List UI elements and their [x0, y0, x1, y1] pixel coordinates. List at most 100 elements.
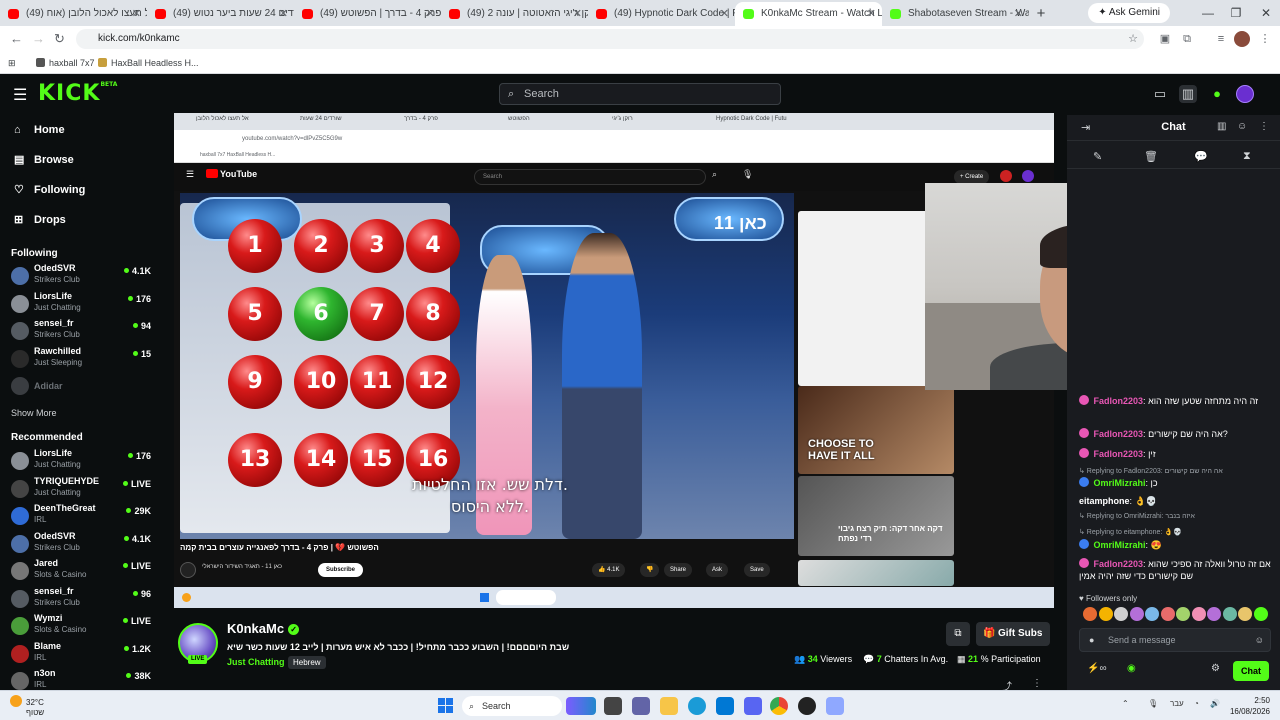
chat-tools-icon[interactable]: ⚡∞: [1087, 663, 1107, 674]
taskbar-widget-icon[interactable]: [566, 697, 596, 715]
sidebar-channel[interactable]: OdedSVR Strikers Club 4.1K: [11, 531, 151, 557]
new-tab-button[interactable]: +: [1029, 2, 1053, 26]
media-controls-icon[interactable]: ≡: [1214, 32, 1228, 46]
emote-icon[interactable]: [1191, 607, 1206, 621]
store-icon[interactable]: [716, 697, 734, 715]
forward-icon[interactable]: →: [32, 26, 45, 52]
chat-username[interactable]: Fadlon2203: [1094, 559, 1144, 569]
emote-icon[interactable]: [1176, 607, 1190, 621]
chat-bubble-icon[interactable]: 💬: [1194, 150, 1208, 163]
close-tab-icon[interactable]: ✕: [867, 2, 876, 26]
gift-subs-button[interactable]: 🎁 Gift Subs: [976, 622, 1051, 646]
browser-tab[interactable]: K0nkaMc Stream - Watch Li ✕: [735, 2, 882, 26]
trash-icon[interactable]: 🗑: [1144, 150, 1158, 163]
app-icon[interactable]: [826, 697, 844, 715]
emote-icon[interactable]: [1253, 607, 1268, 621]
microphone-icon[interactable]: 🎙: [1148, 699, 1158, 708]
emote-icon[interactable]: [1238, 607, 1252, 621]
reload-icon[interactable]: ↻: [54, 26, 65, 52]
browser-tab[interactable]: (49) Hypnotic Dark Code | Futu✕: [588, 2, 735, 26]
chat-username[interactable]: Fadlon2203: [1094, 449, 1144, 459]
volume-icon[interactable]: 🔊: [1210, 699, 1220, 708]
close-tab-icon[interactable]: ✕: [279, 2, 288, 26]
nav-home[interactable]: ⌂ Home: [14, 120, 65, 140]
emote-icon[interactable]: [1114, 607, 1128, 621]
emoji-picker-icon[interactable]: ☺: [1255, 629, 1264, 651]
sidebar-channel[interactable]: sensei_fr Strikers Club 94: [11, 318, 151, 344]
language-indicator[interactable]: עבר: [1170, 699, 1184, 708]
user-avatar[interactable]: [1236, 85, 1254, 103]
sidebar-channel[interactable]: Wymzi Slots & Casino LIVE: [11, 613, 151, 639]
chat-username[interactable]: OmriMizrahi: [1094, 540, 1146, 550]
emote-icon[interactable]: [1083, 607, 1097, 621]
emote-icon[interactable]: [1098, 607, 1113, 621]
extensions-puzzle-icon[interactable]: ⧉: [1180, 32, 1194, 46]
maximize-icon[interactable]: ❐: [1222, 0, 1250, 26]
bookmark-star-icon[interactable]: ☆: [1126, 32, 1140, 46]
sidebar-channel[interactable]: TYRIQUEHYDE Just Chatting LIVE: [11, 476, 151, 502]
taskbar-search[interactable]: ⌕ Search: [462, 696, 562, 716]
bookmark-haxball[interactable]: haxball 7x7: [36, 53, 95, 73]
edge-icon[interactable]: [688, 697, 706, 715]
discord-icon[interactable]: [744, 697, 762, 715]
browser-tab[interactable]: Shabotaseven Stream - Watch✕: [882, 2, 1029, 26]
browser-tab[interactable]: (49) רוקן ג'יגי הזאטוטה | עונה 2 ✕: [441, 2, 588, 26]
sidebar-channel[interactable]: DeenTheGreat IRL 29K: [11, 503, 151, 529]
chat-username[interactable]: Fadlon2203: [1094, 396, 1144, 406]
minimize-icon[interactable]: —: [1194, 0, 1222, 26]
nav-following[interactable]: ♡ Following: [14, 180, 85, 200]
chat-username[interactable]: eitamphone: [1079, 496, 1130, 506]
chrome-icon[interactable]: [770, 697, 788, 715]
search-input[interactable]: ⌕ Search: [499, 83, 781, 105]
extension-icon[interactable]: ▣: [1158, 32, 1172, 46]
emote-icon[interactable]: [1160, 607, 1175, 621]
wifi-icon[interactable]: ◔: [1194, 699, 1199, 708]
sidebar-channel[interactable]: Adidar: [11, 373, 151, 399]
close-window-icon[interactable]: ✕: [1252, 0, 1280, 26]
teams-icon[interactable]: [632, 697, 650, 715]
show-more-link[interactable]: Show More: [11, 408, 57, 418]
url-field[interactable]: kick.com/k0nkamc: [76, 29, 1144, 49]
close-tab-icon[interactable]: ✕: [720, 2, 729, 26]
layout-icon[interactable]: ▥: [1179, 85, 1197, 103]
apps-grid-icon[interactable]: ⊞: [8, 53, 16, 73]
kick-coin-icon[interactable]: ●: [1208, 85, 1226, 103]
tray-chevron-icon[interactable]: ⌃: [1122, 699, 1129, 708]
sidebar-channel[interactable]: LiorsLife Just Chatting 176: [11, 291, 151, 317]
kick-points-icon[interactable]: ◉: [1127, 663, 1136, 674]
chat-stats-icon[interactable]: ▥: [1217, 121, 1226, 132]
browser-tab[interactable]: (49) פרק 4 - בדרך | הפשוטש ✕: [294, 2, 441, 26]
back-icon[interactable]: ←: [10, 26, 23, 52]
weather-widget[interactable]: 32°C שטוף: [10, 695, 44, 718]
bookmark-haxball-headless[interactable]: HaxBall Headless H...: [98, 53, 199, 73]
browser-tab[interactable]: (49) אל תעצו לאכול הלובן (אוח ✕: [0, 2, 147, 26]
nav-browse[interactable]: ▤ Browse: [14, 150, 74, 170]
sidebar-channel[interactable]: sensei_fr Strikers Club 96: [11, 586, 151, 612]
emote-icon[interactable]: [1222, 607, 1237, 621]
emote-icon[interactable]: [1129, 607, 1144, 621]
pin-icon[interactable]: ✎: [1093, 150, 1102, 163]
nav-drops[interactable]: ⊞ Drops: [14, 210, 66, 230]
emote-icon[interactable]: [1145, 607, 1159, 621]
ask-gemini-button[interactable]: ✦ Ask Gemini: [1088, 3, 1170, 23]
task-view-icon[interactable]: [604, 697, 622, 715]
video-player[interactable]: אל תעצו לאכול הלובן שורדים 24 שעות פרק 4 -…: [174, 113, 1054, 608]
chat-message-input[interactable]: ● Send a message ☺: [1079, 628, 1271, 652]
sidebar-channel[interactable]: Rawchilled Just Sleeping 15: [11, 346, 151, 372]
stream-category[interactable]: Just Chatting: [227, 657, 285, 667]
chat-username[interactable]: OmriMizrahi: [1094, 478, 1146, 488]
sidebar-channel[interactable]: OdedSVR Strikers Club 4.1K: [11, 263, 151, 289]
close-tab-icon[interactable]: ✕: [1014, 2, 1023, 26]
chat-username[interactable]: Fadlon2203: [1094, 429, 1144, 439]
profile-avatar[interactable]: [1234, 31, 1250, 47]
obs-icon[interactable]: [798, 697, 816, 715]
windows-start-icon[interactable]: [438, 698, 454, 714]
sidebar-channel[interactable]: LiorsLife Just Chatting 176: [11, 448, 151, 474]
streamer-name[interactable]: K0nkaMc ✓: [227, 621, 300, 636]
hourglass-icon[interactable]: ⧗: [1243, 150, 1251, 163]
close-tab-icon[interactable]: ✕: [573, 2, 582, 26]
kick-logo[interactable]: KICKBETA: [38, 81, 117, 106]
clip-button[interactable]: ⧉: [946, 622, 970, 646]
browser-menu-icon[interactable]: ⋮: [1258, 32, 1272, 46]
sidebar-channel[interactable]: Blame IRL 1.2K: [11, 641, 151, 667]
